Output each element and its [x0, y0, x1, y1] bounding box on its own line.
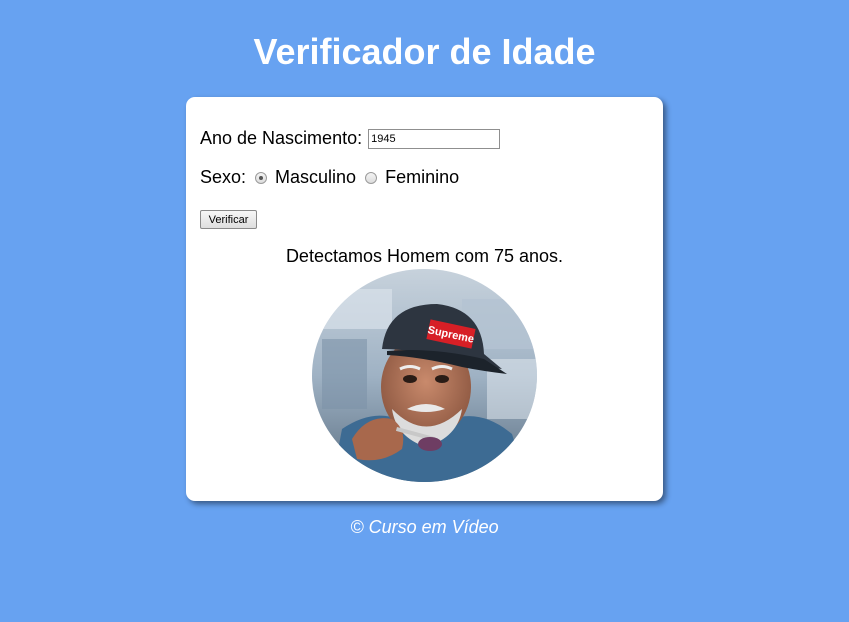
page-title: Verificador de Idade: [253, 31, 596, 72]
birth-year-input[interactable]: [368, 129, 501, 149]
birth-year-label: Ano de Nascimento:: [200, 127, 363, 148]
radio-feminino-label[interactable]: Feminino: [385, 167, 459, 188]
result-text: Detectamos Homem com 75 anos.: [285, 246, 564, 266]
verifier-card: Ano de Nascimento: Sexo: Masculino Femin…: [186, 97, 663, 501]
verify-button[interactable]: Verificar: [200, 210, 257, 229]
birth-year-row: Ano de Nascimento:: [200, 127, 501, 149]
sex-row: Sexo: Masculino Feminino: [200, 167, 459, 188]
footer-copyright: © Curso em Vídeo: [350, 517, 499, 537]
radio-masculino-label[interactable]: Masculino: [275, 167, 356, 188]
result-photo: Supreme: [312, 269, 537, 482]
elderly-man-photo: Supreme: [312, 269, 537, 482]
radio-masculino[interactable]: [255, 171, 268, 184]
radio-feminino[interactable]: [365, 171, 378, 184]
sex-label: Sexo:: [200, 167, 247, 187]
